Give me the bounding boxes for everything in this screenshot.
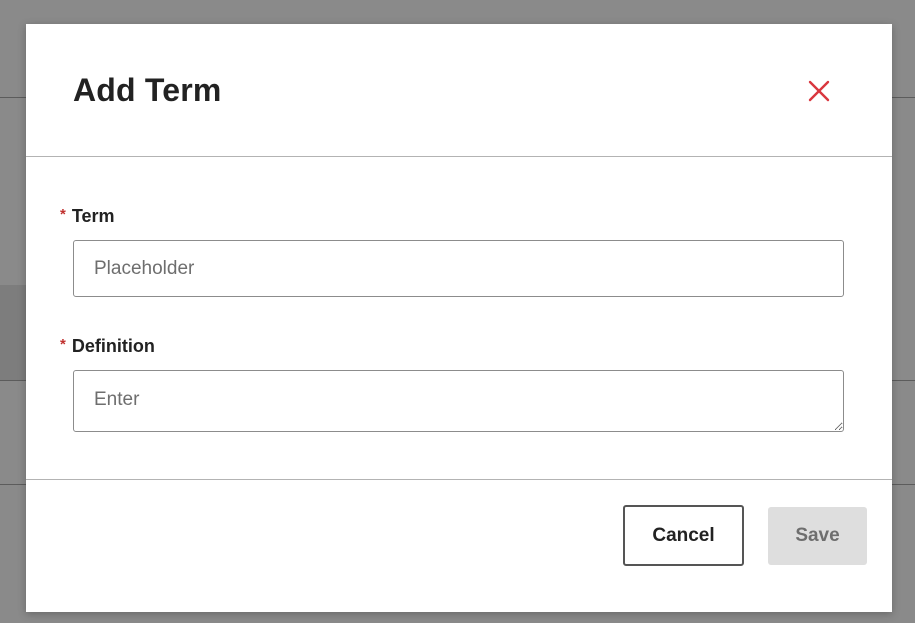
term-label-text: Term [71, 206, 115, 226]
close-button[interactable] [806, 78, 832, 104]
modal-title: Add Term [73, 72, 222, 108]
required-marker: * [60, 336, 66, 353]
modal-header: Add Term [26, 24, 892, 157]
term-label: * Term [60, 206, 115, 227]
close-icon [808, 80, 830, 102]
backdrop-panel [0, 285, 26, 380]
required-marker: * [60, 206, 66, 223]
save-button[interactable]: Save [768, 507, 867, 565]
definition-textarea[interactable] [73, 370, 844, 432]
definition-label: * Definition [60, 336, 155, 357]
modal-footer: Cancel Save [26, 480, 892, 611]
modal-body: * Term * Definition [26, 157, 892, 480]
term-input[interactable] [73, 240, 844, 297]
definition-label-text: Definition [71, 336, 155, 356]
cancel-button[interactable]: Cancel [623, 505, 744, 566]
add-term-modal: Add Term * Term * Definition Cancel Save [26, 24, 892, 612]
